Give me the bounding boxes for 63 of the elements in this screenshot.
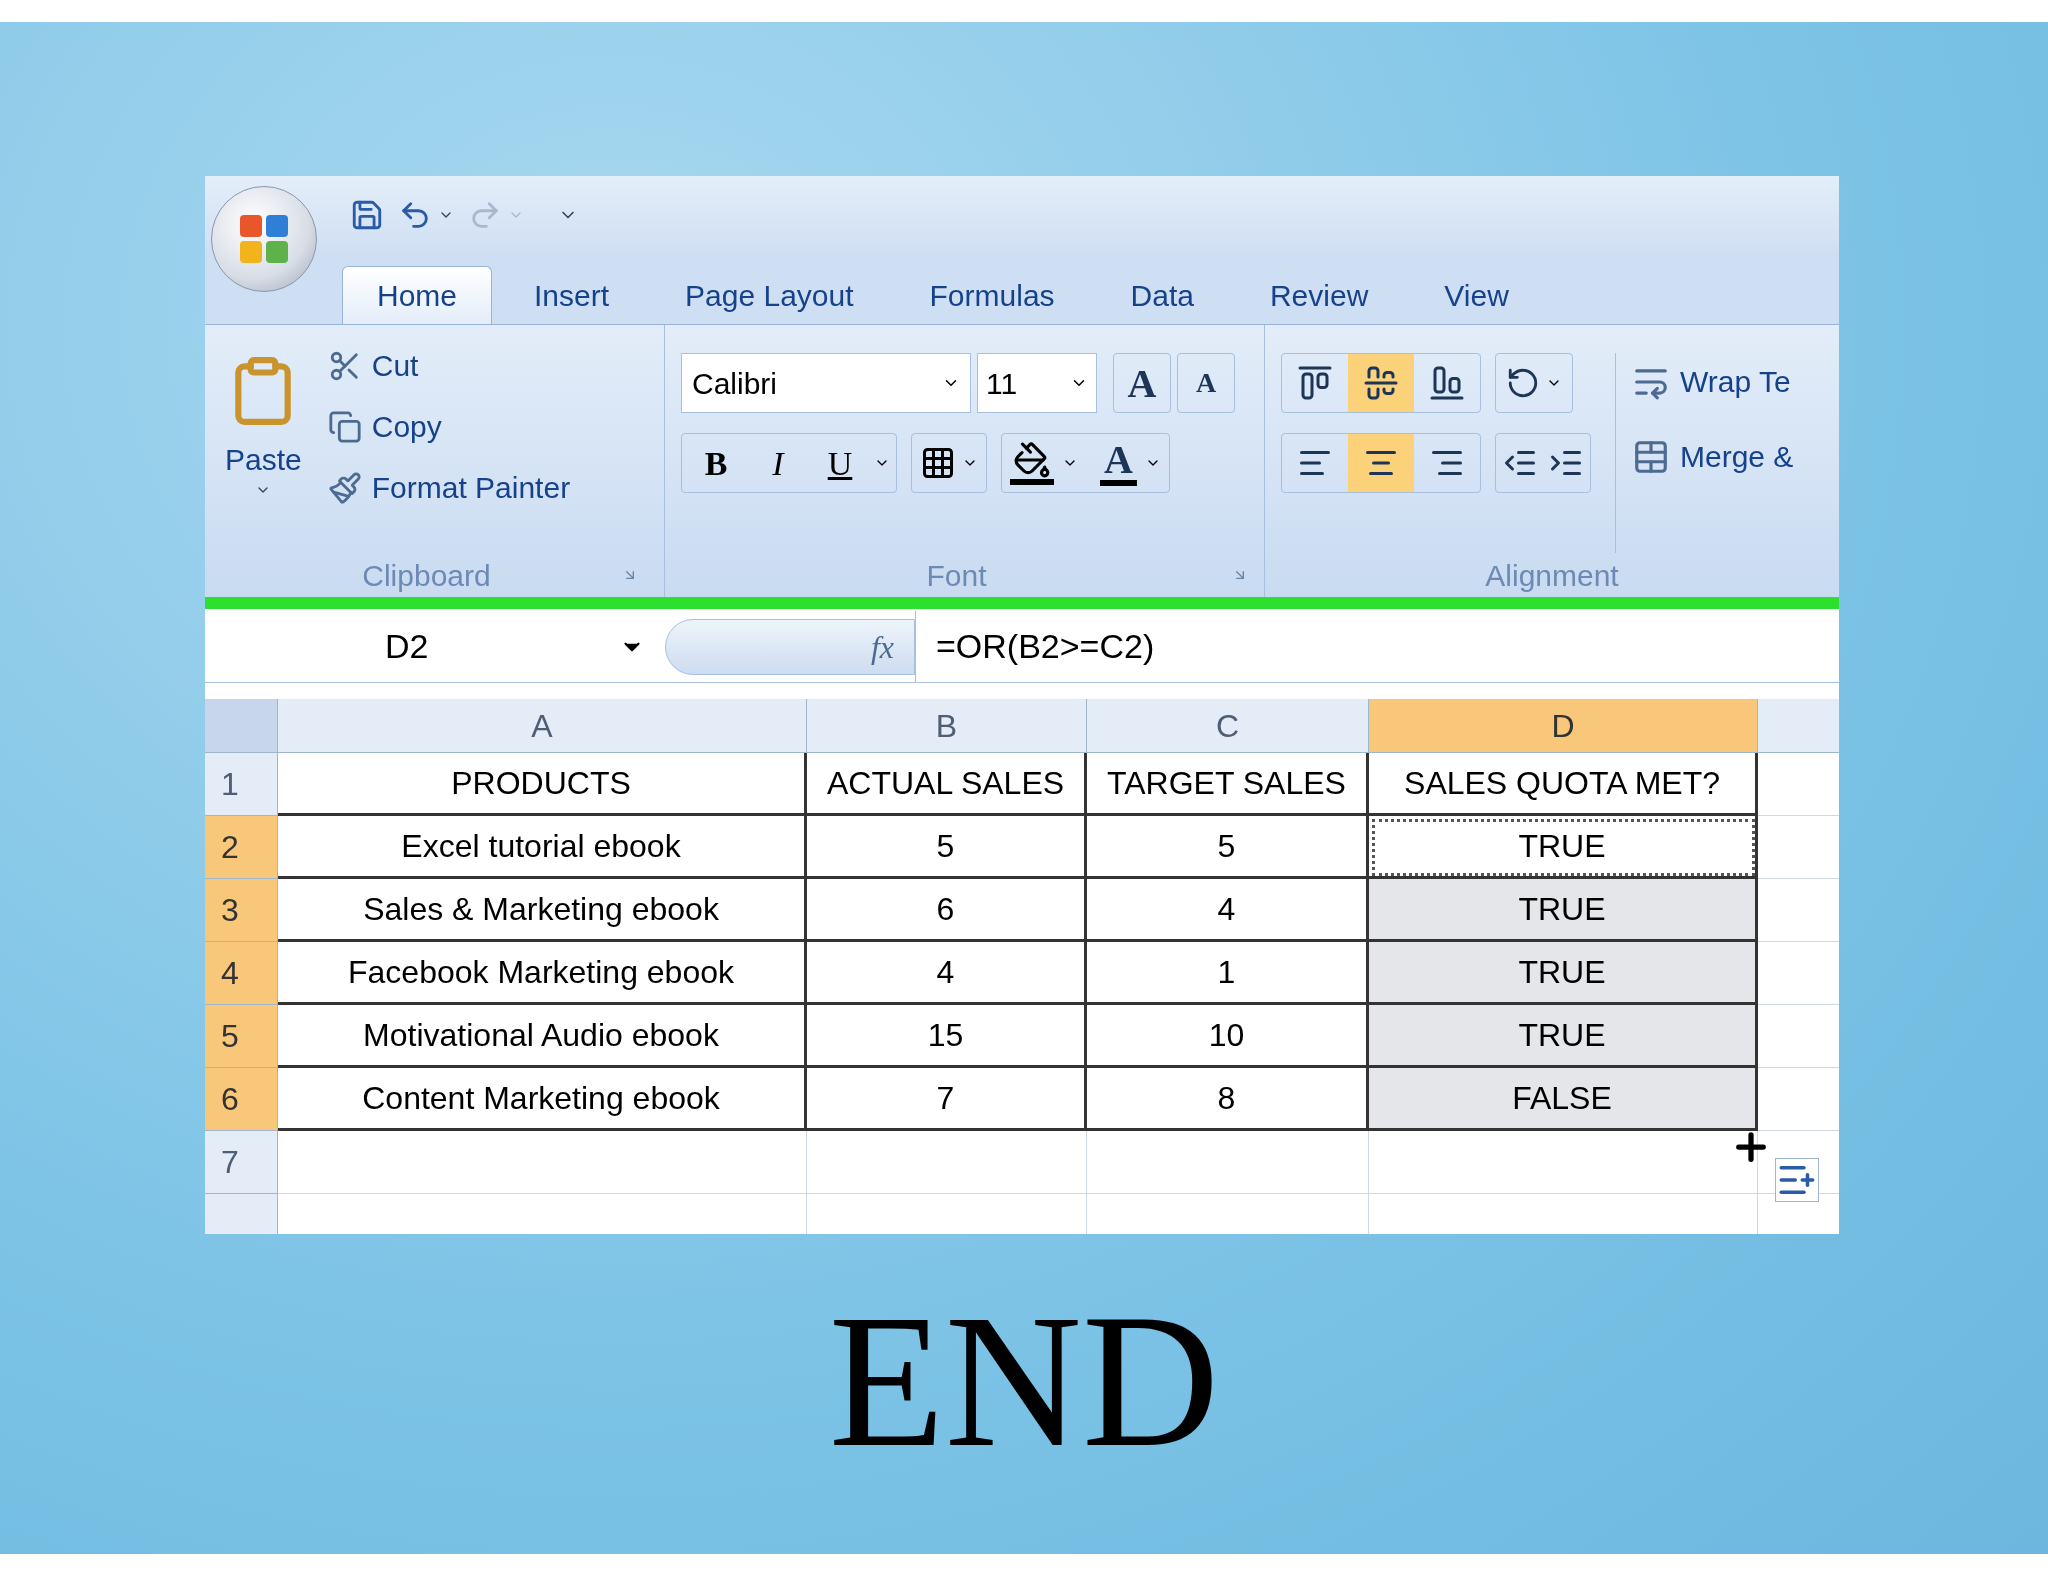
table-cell: Content Marketing ebook (278, 1068, 807, 1131)
table-cell: 8 (1087, 1068, 1369, 1131)
table-cell: TRUE (1369, 879, 1758, 942)
shrink-font-button[interactable]: A (1177, 353, 1235, 413)
ribbon-tab[interactable]: Home (342, 266, 493, 324)
cut-button[interactable]: Cut (327, 343, 571, 388)
ribbon-tab[interactable]: Page Layout (651, 266, 888, 324)
row-header[interactable]: 6 (205, 1068, 278, 1131)
table-cell: 15 (807, 1005, 1087, 1068)
row-header[interactable]: 1 (205, 753, 278, 816)
ribbon-tab[interactable]: Review (1235, 266, 1403, 324)
table-cell: 5 (807, 816, 1087, 879)
group-label: Font (925, 557, 988, 594)
table-cell: PRODUCTS (278, 753, 807, 816)
table-cell: Excel tutorial ebook (278, 816, 807, 879)
paste-button[interactable]: Paste (225, 339, 302, 553)
table-cell: 1 (1087, 942, 1369, 1005)
table-cell: Motivational Audio ebook (278, 1005, 807, 1068)
row-header[interactable]: 4 (205, 942, 278, 1005)
column-header[interactable]: B (807, 699, 1087, 753)
table-cell: 10 (1087, 1005, 1369, 1068)
table-cell: 7 (807, 1068, 1087, 1131)
slide-caption: END (828, 1286, 1220, 1476)
table-cell: TRUE (1369, 942, 1758, 1005)
font-name-field[interactable]: Calibri (681, 353, 971, 413)
table-cell: Facebook Marketing ebook (278, 942, 807, 1005)
table-cell: 5 (1087, 816, 1369, 879)
table-cell: TRUE (1369, 1005, 1758, 1068)
table-cell: FALSE (1369, 1068, 1758, 1131)
table-cell: TARGET SALES (1087, 753, 1369, 816)
group-label: Alignment (1485, 557, 1619, 594)
table-cell: 4 (1087, 879, 1369, 942)
ribbon-tab[interactable]: Insert (500, 266, 644, 324)
name-box[interactable]: D2 (205, 611, 665, 682)
formula-field[interactable]: =OR(B2>=C2) (915, 611, 1839, 682)
grow-font-button[interactable]: A (1113, 353, 1171, 413)
font-size-field[interactable]: 11 (977, 353, 1097, 413)
table-cell: SALES QUOTA MET? (1369, 753, 1758, 816)
bold-button[interactable]: B (688, 438, 744, 488)
italic-button[interactable]: I (750, 438, 806, 488)
ribbon-tab[interactable]: Data (1096, 266, 1228, 324)
column-header[interactable]: A (278, 699, 807, 753)
copy-button[interactable]: Copy (327, 404, 571, 449)
wrap-text-button[interactable]: Wrap Te (1632, 359, 1794, 404)
insert-function-label[interactable]: fx (870, 622, 894, 671)
ribbon-tab[interactable]: Formulas (895, 266, 1089, 324)
row-header[interactable]: 2 (205, 816, 278, 879)
row-header[interactable]: 5 (205, 1005, 278, 1068)
column-header[interactable]: C (1087, 699, 1369, 753)
underline-button[interactable]: U (812, 438, 868, 488)
group-label: Clipboard (361, 557, 492, 594)
merge-button[interactable]: Merge & (1632, 434, 1794, 479)
table-cell: Sales & Marketing ebook (278, 879, 807, 942)
format-painter-button[interactable]: Format Painter (327, 465, 571, 510)
font-color-button[interactable]: A (1100, 440, 1137, 486)
column-header[interactable]: D (1369, 699, 1758, 753)
table-cell: ACTUAL SALES (807, 753, 1087, 816)
table-cell: TRUE (1369, 816, 1758, 879)
ribbon-tab[interactable]: View (1410, 266, 1543, 324)
table-cell: 4 (807, 942, 1087, 1005)
row-header[interactable]: 7 (205, 1131, 278, 1194)
table-cell: 6 (807, 879, 1087, 942)
row-header[interactable]: 3 (205, 879, 278, 942)
